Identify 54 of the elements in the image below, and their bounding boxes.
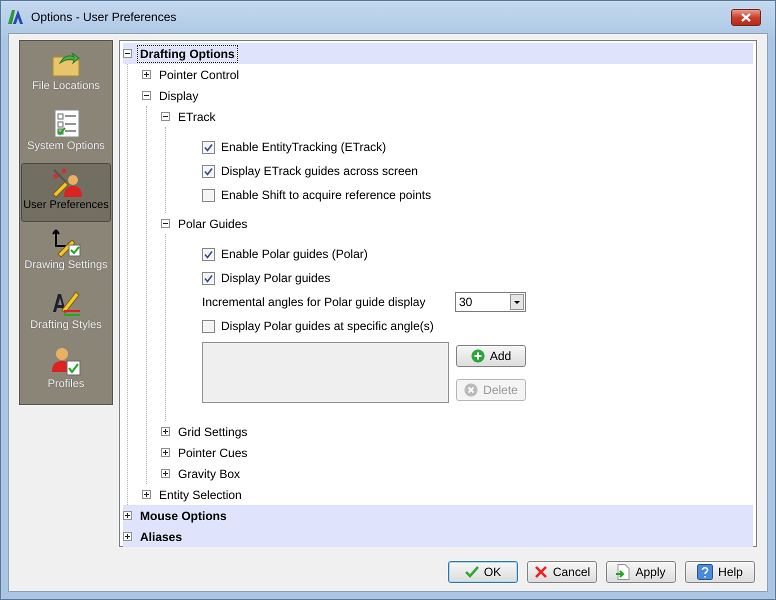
angle-dropdown[interactable]: 30 bbox=[455, 292, 526, 312]
tree-item[interactable]: Pointer Control bbox=[156, 66, 242, 84]
checkbox[interactable] bbox=[202, 140, 215, 154]
checkbox-label: Enable Shift to acquire reference points bbox=[221, 188, 432, 202]
expand-icon[interactable] bbox=[161, 469, 170, 478]
checkbox-label: Display Polar guides bbox=[221, 271, 330, 285]
document-arrow-icon bbox=[616, 564, 630, 580]
help-icon bbox=[697, 564, 714, 580]
checkbox[interactable] bbox=[202, 320, 215, 332]
ok-button[interactable]: OK bbox=[448, 561, 518, 583]
expand-icon[interactable] bbox=[161, 448, 170, 457]
close-button[interactable] bbox=[731, 8, 761, 26]
checkbox-label: Enable EntityTracking (ETrack) bbox=[221, 140, 386, 154]
expand-icon[interactable] bbox=[142, 70, 151, 79]
checkbox-label: Display ETrack guides across screen bbox=[221, 164, 418, 178]
checkmark-icon bbox=[464, 566, 479, 578]
tree-item[interactable]: ETrack bbox=[175, 108, 219, 126]
add-button[interactable]: Add bbox=[456, 345, 526, 367]
help-button[interactable]: Help bbox=[685, 561, 755, 583]
section-header[interactable]: Drafting Options bbox=[137, 44, 238, 62]
checkbox-label: Enable Polar guides (Polar) bbox=[221, 247, 368, 261]
collapse-icon[interactable] bbox=[161, 219, 170, 228]
close-icon bbox=[741, 12, 751, 22]
dropdown-label: Incremental angles for Polar guide display bbox=[202, 295, 426, 309]
user-check-icon bbox=[50, 345, 82, 378]
expand-icon[interactable] bbox=[123, 511, 132, 520]
tree-item[interactable]: Gravity Box bbox=[175, 464, 244, 482]
tree-item[interactable]: Grid Settings bbox=[175, 422, 250, 440]
section-header[interactable]: Aliases bbox=[137, 528, 186, 546]
collapse-icon[interactable] bbox=[161, 112, 170, 121]
expand-icon[interactable] bbox=[123, 532, 132, 541]
checkbox-label: Display Polar guides at specific angle(s) bbox=[221, 319, 434, 333]
tree-item[interactable]: Polar Guides bbox=[175, 214, 250, 232]
app-logo-icon bbox=[7, 9, 25, 25]
checkbox[interactable] bbox=[202, 188, 215, 202]
remove-icon bbox=[464, 383, 478, 397]
expand-icon[interactable] bbox=[161, 427, 170, 436]
collapse-icon[interactable] bbox=[123, 49, 132, 58]
section-header[interactable]: Mouse Options bbox=[137, 506, 230, 524]
tree-item[interactable]: Pointer Cues bbox=[175, 444, 250, 462]
window-title: Options - User Preferences bbox=[31, 10, 178, 24]
cancel-button[interactable]: Cancel bbox=[527, 561, 597, 583]
x-icon bbox=[534, 565, 548, 579]
tree-item[interactable]: Display bbox=[156, 86, 202, 104]
collapse-icon[interactable] bbox=[142, 91, 151, 100]
apply-button[interactable]: Apply bbox=[606, 561, 676, 583]
expand-icon[interactable] bbox=[142, 490, 151, 499]
checkbox[interactable] bbox=[202, 272, 215, 284]
checkbox[interactable] bbox=[202, 164, 215, 178]
plus-icon bbox=[470, 349, 485, 363]
tree-item[interactable]: Entity Selection bbox=[156, 486, 245, 504]
checkbox[interactable] bbox=[202, 248, 215, 260]
sidebar-item[interactable]: User Preferences bbox=[21, 163, 111, 222]
user-pencil-icon bbox=[50, 166, 82, 198]
